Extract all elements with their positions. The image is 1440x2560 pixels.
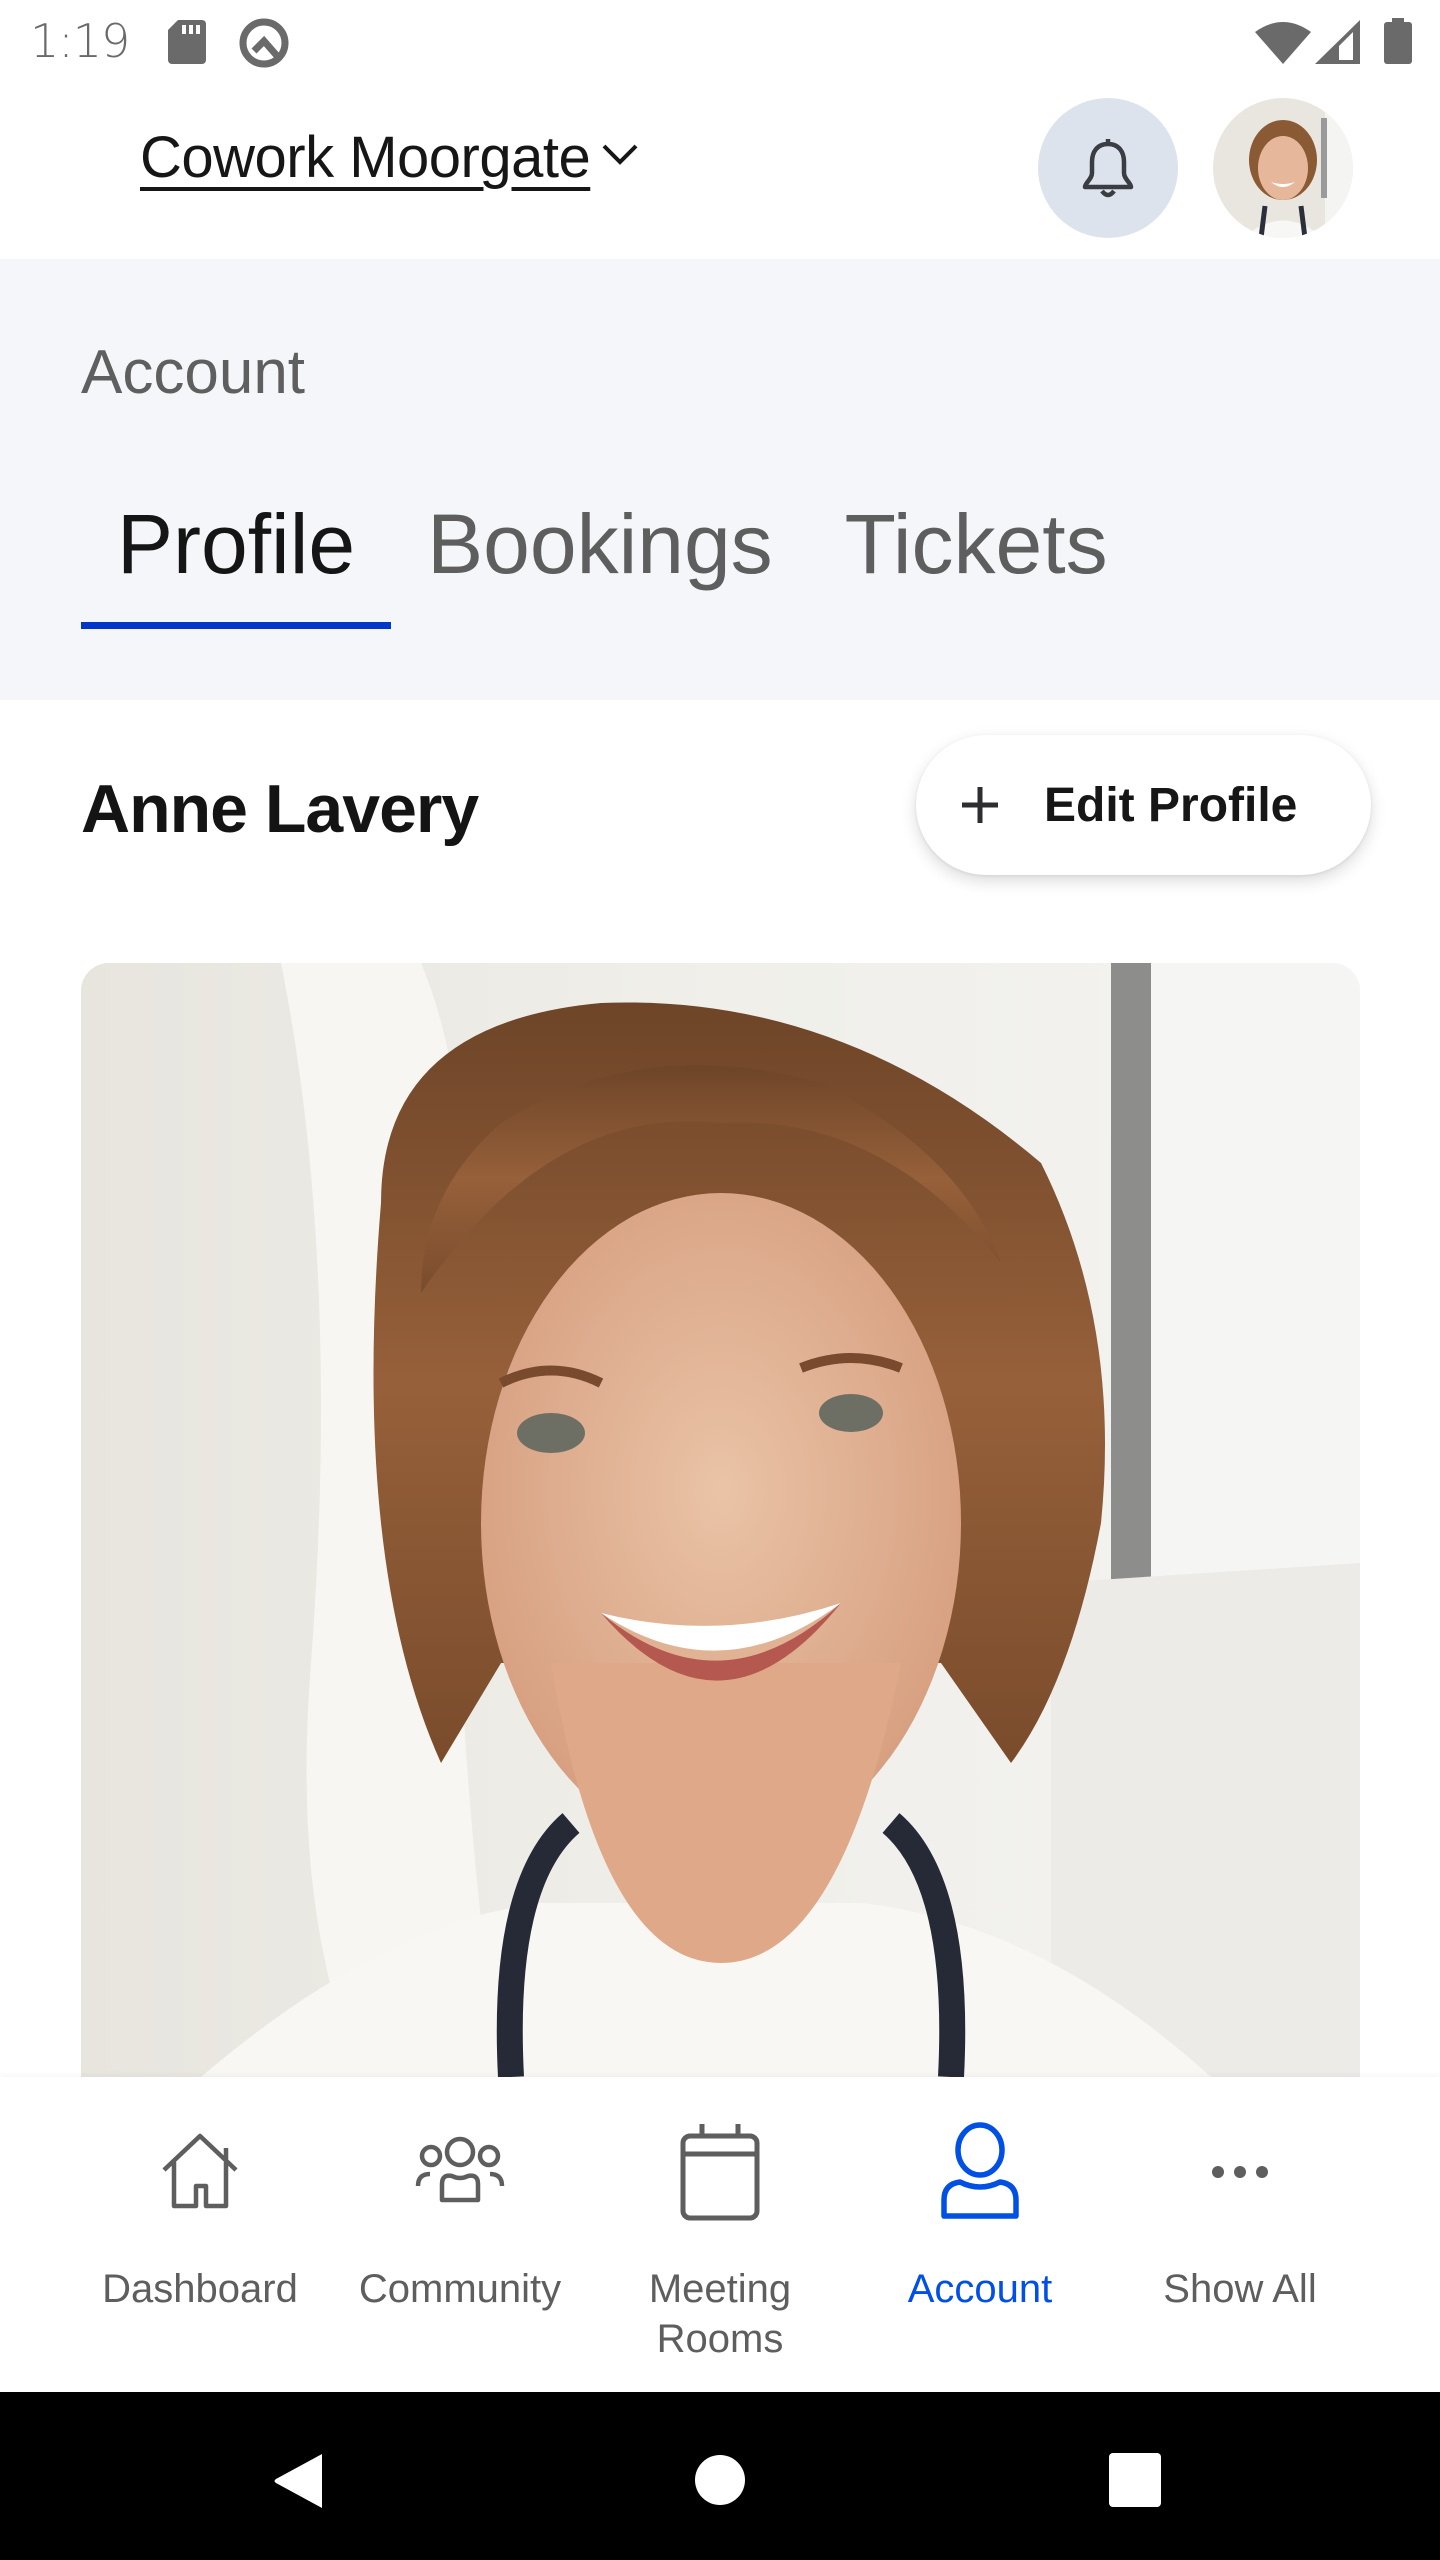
profile-name: Anne Lavery — [81, 771, 479, 847]
back-icon[interactable] — [272, 2452, 326, 2510]
nav-item-show-all[interactable]: Show All — [1110, 2077, 1370, 2392]
sd-card-icon — [168, 20, 206, 64]
nav-item-meeting-rooms[interactable]: Meeting Rooms — [590, 2077, 850, 2392]
status-bar: 1:19 — [0, 0, 1440, 84]
people-icon — [415, 2136, 505, 2203]
recents-icon[interactable] — [1108, 2452, 1162, 2508]
location-selector[interactable]: Cowork Moorgate — [140, 124, 640, 191]
edit-profile-label: Edit Profile — [1044, 778, 1298, 832]
system-nav-bar — [0, 2392, 1440, 2560]
tab-profile[interactable]: Profile — [81, 489, 392, 629]
app-header: Cowork Moorgate — [0, 84, 1440, 259]
tab-bookings[interactable]: Bookings — [391, 489, 809, 629]
wifi-icon — [1255, 22, 1311, 64]
nav-label: Community — [358, 2267, 562, 2311]
home-icon — [162, 2133, 238, 2209]
profile-photo-image — [81, 963, 1360, 2077]
avatar[interactable] — [1213, 98, 1353, 238]
nav-label: Meeting Rooms — [648, 2267, 792, 2361]
nav-label: Account — [907, 2267, 1053, 2311]
location-title: Cowork Moorgate — [140, 125, 591, 190]
q-icon — [239, 18, 289, 68]
edit-profile-button[interactable]: Edit Profile — [916, 735, 1371, 875]
notifications-button[interactable] — [1038, 98, 1178, 238]
user-icon — [941, 2122, 1019, 2219]
nav-item-community[interactable]: Community — [330, 2077, 590, 2392]
more-icon — [1212, 2166, 1268, 2178]
profile-photo — [81, 963, 1360, 2077]
home-circle-icon[interactable] — [694, 2454, 746, 2506]
nav-item-dashboard[interactable]: Dashboard — [70, 2077, 330, 2392]
section-label: Account — [81, 338, 306, 407]
bell-icon — [1082, 139, 1134, 198]
status-time: 1:19 — [30, 14, 130, 68]
bottom-nav: Dashboard Community Meeting Rooms Accoun… — [0, 2077, 1440, 2392]
nav-item-account[interactable]: Account — [850, 2077, 1110, 2392]
plus-icon — [962, 787, 998, 823]
calendar-icon — [680, 2124, 760, 2221]
chevron-down-icon — [602, 144, 638, 165]
battery-icon — [1384, 18, 1412, 64]
nav-label: Show All — [1163, 2267, 1317, 2311]
nav-label: Dashboard — [102, 2267, 298, 2311]
account-section: Account Profile Bookings Tickets — [0, 259, 1440, 700]
avatar-image — [1213, 98, 1353, 238]
tab-tickets[interactable]: Tickets — [809, 489, 1144, 629]
signal-icon — [1315, 20, 1360, 64]
account-tabs: Profile Bookings Tickets — [81, 489, 1144, 629]
